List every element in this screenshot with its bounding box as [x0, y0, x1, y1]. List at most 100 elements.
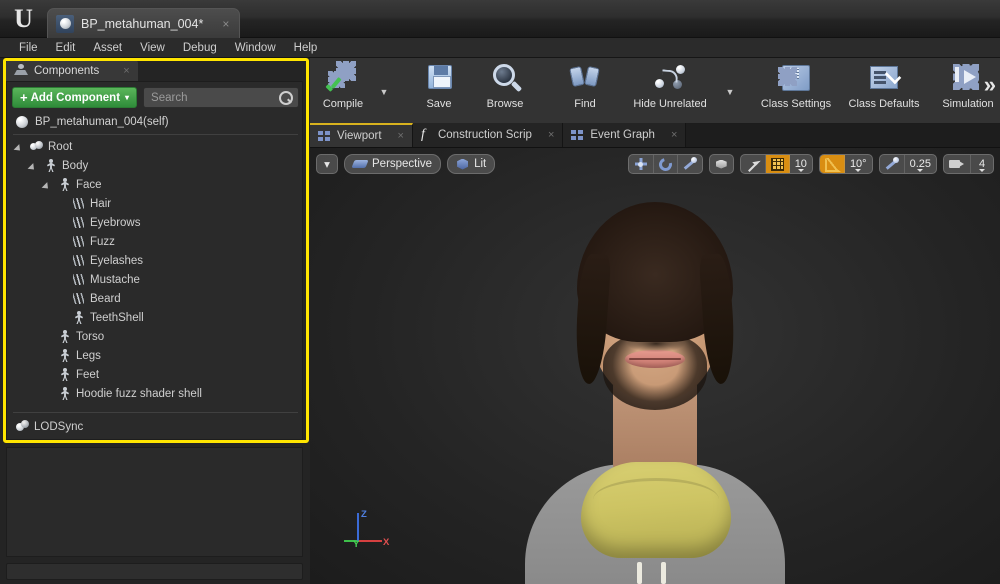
tree-item[interactable]: Body	[12, 156, 299, 175]
find-button[interactable]: Find	[552, 58, 618, 118]
axis-x-line	[358, 540, 382, 542]
move-icon	[634, 157, 648, 171]
close-icon[interactable]: ×	[398, 130, 404, 142]
tree-item[interactable]: Feet	[12, 365, 299, 384]
rotation-snap-value[interactable]: 10°	[845, 155, 872, 173]
tab-event-graph[interactable]: Event Graph ×	[563, 123, 686, 147]
search-input[interactable]: Search	[143, 87, 299, 108]
tree-item[interactable]: Face	[12, 175, 299, 194]
menu-item-view[interactable]: View	[131, 40, 174, 56]
character-render	[485, 184, 825, 584]
menu-item-window[interactable]: Window	[226, 40, 285, 56]
tree-item-label: Torso	[76, 331, 104, 343]
view-mode-button[interactable]: Perspective	[344, 154, 441, 174]
toolbar-overflow-button[interactable]: »	[984, 72, 996, 98]
tree-item[interactable]: Beard	[12, 289, 299, 308]
menu-item-asset[interactable]: Asset	[84, 40, 131, 56]
save-button[interactable]: Save	[406, 58, 472, 118]
groom-icon	[72, 197, 85, 210]
horizontal-scrollbar[interactable]	[6, 563, 303, 580]
scale-snap-value[interactable]: 0.25	[905, 155, 936, 173]
viewport-options-button[interactable]: ▾	[316, 154, 338, 174]
tree-item-label: Mustache	[90, 274, 140, 286]
surface-snap-button[interactable]	[741, 155, 766, 173]
tree-item[interactable]: Hoodie fuzz shader shell	[12, 384, 299, 403]
tree-item-lodsync[interactable]: LODSync	[16, 417, 83, 436]
tree-item[interactable]: Fuzz	[12, 232, 299, 251]
function-icon: f	[421, 127, 432, 143]
scale-mode-button[interactable]	[678, 155, 702, 173]
close-icon[interactable]: ×	[548, 129, 554, 141]
rotation-snap-toggle[interactable]	[820, 155, 845, 173]
menu-item-help[interactable]: Help	[285, 40, 327, 56]
toolbar-group-asset: Save Browse	[406, 58, 538, 124]
groom-icon	[72, 216, 85, 229]
axis-y-label: Y	[353, 539, 359, 550]
toolbar-label: Class Settings	[761, 98, 831, 110]
transform-mode-group	[628, 154, 703, 174]
camera-speed-value[interactable]: 4	[971, 155, 993, 173]
translate-mode-button[interactable]	[629, 155, 654, 173]
tree-item[interactable]: TeethShell	[12, 308, 299, 327]
tree-item-label: TeethShell	[90, 312, 144, 324]
close-icon[interactable]: ×	[222, 17, 229, 31]
toolbar-group-compile: Compile ▼	[310, 58, 392, 124]
chevron-down-icon	[798, 169, 804, 172]
viewport[interactable]: ▾ Perspective Lit	[310, 148, 1000, 584]
components-panel-tabrow: Components ×	[4, 60, 304, 81]
world-space-icon	[715, 158, 728, 171]
grid-snap-toggle[interactable]	[766, 155, 790, 173]
tree-item[interactable]: Hair	[12, 194, 299, 213]
expander-open-icon[interactable]	[30, 161, 39, 170]
browse-button[interactable]: Browse	[472, 58, 538, 118]
class-settings-button[interactable]: Class Settings	[752, 58, 840, 118]
close-icon[interactable]: ×	[671, 129, 677, 141]
tree-item[interactable]: Legs	[12, 346, 299, 365]
tab-construction-script[interactable]: f Construction Scrip ×	[413, 123, 563, 147]
camera-speed-group: 4	[943, 154, 994, 174]
tree-item[interactable]: Eyebrows	[12, 213, 299, 232]
title-bar: U BP_metahuman_004* ×	[0, 0, 1000, 38]
compile-options-chevron-down-icon[interactable]: ▼	[376, 58, 392, 118]
tab-viewport[interactable]: Viewport ×	[310, 123, 413, 147]
groom-icon	[72, 254, 85, 267]
blueprint-toolbar: Compile ▼ Save Browse Find	[310, 58, 1000, 124]
camera-speed-button[interactable]	[944, 155, 971, 173]
expander-open-icon[interactable]	[44, 180, 53, 189]
menu-item-file[interactable]: File	[10, 40, 47, 56]
tab-components[interactable]: Components ×	[6, 60, 138, 81]
simulation-icon	[950, 62, 986, 96]
menu-item-edit[interactable]: Edit	[47, 40, 85, 56]
rotate-mode-button[interactable]	[654, 155, 678, 173]
class-defaults-button[interactable]: Class Defaults	[840, 58, 928, 118]
compile-button[interactable]: Compile	[310, 58, 376, 118]
scale-snap-value-label: 0.25	[910, 159, 931, 169]
expander-open-icon[interactable]	[16, 142, 25, 151]
scale-icon	[683, 157, 697, 171]
tree-item-label: Fuzz	[90, 236, 115, 248]
hide-unrelated-chevron-down-icon[interactable]: ▼	[722, 58, 738, 118]
tree-item[interactable]: Eyelashes	[12, 251, 299, 270]
tree-item[interactable]: Root	[12, 137, 299, 156]
tree-item[interactable]: Torso	[12, 327, 299, 346]
components-tab-label: Components	[34, 65, 99, 77]
add-component-button[interactable]: + Add Component ▾	[12, 87, 137, 108]
scale-snap-toggle[interactable]	[880, 155, 905, 173]
world-space-button[interactable]	[710, 155, 733, 173]
close-icon[interactable]: ×	[123, 65, 129, 77]
component-self-row[interactable]: BP_metahuman_004(self)	[12, 113, 299, 131]
unreal-blueprint-editor: U BP_metahuman_004* × File Edit Asset Vi…	[0, 0, 1000, 584]
tree-item-label: Hoodie fuzz shader shell	[76, 388, 202, 400]
blueprint-icon	[56, 15, 74, 33]
tree-item[interactable]: Mustache	[12, 270, 299, 289]
hide-unrelated-button[interactable]: Hide Unrelated	[618, 58, 722, 118]
browse-icon	[487, 62, 523, 96]
compile-icon	[325, 62, 361, 96]
asset-tab-bp-metahuman[interactable]: BP_metahuman_004* ×	[47, 8, 240, 38]
menu-item-debug[interactable]: Debug	[174, 40, 226, 56]
toolbar-label: Save	[426, 98, 451, 110]
unreal-logo-icon: U	[8, 4, 38, 34]
tab-label: Event Graph	[590, 129, 655, 141]
shading-mode-button[interactable]: Lit	[447, 154, 495, 174]
grid-snap-value[interactable]: 10	[790, 155, 812, 173]
